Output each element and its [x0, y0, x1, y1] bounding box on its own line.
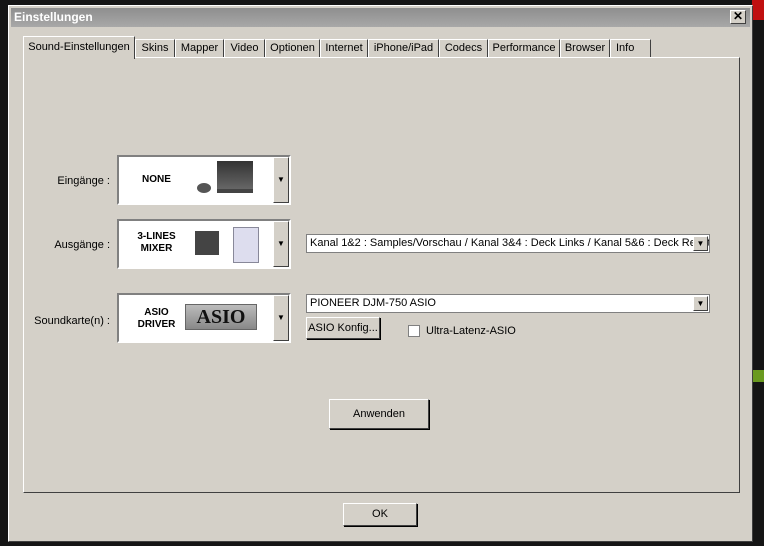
apply-button[interactable]: Anwenden — [329, 399, 429, 429]
output-routing-value: Kanal 1&2 : Samples/Vorschau / Kanal 3&4… — [310, 237, 710, 249]
soundcard-value: ASIO DRIVER — [129, 307, 184, 331]
chevron-down-icon[interactable]: ▼ — [693, 236, 708, 251]
tab-browser[interactable]: Browser — [560, 39, 610, 58]
laptop-icon — [195, 231, 219, 255]
soundcard-combo[interactable]: ASIO DRIVER ASIO ▼ — [117, 293, 291, 343]
asio-logo: ASIO — [185, 304, 257, 330]
laptop-icon — [217, 161, 253, 193]
output-routing-select[interactable]: Kanal 1&2 : Samples/Vorschau / Kanal 3&4… — [306, 234, 710, 253]
tab-internet[interactable]: Internet — [320, 39, 368, 58]
soundcard-value-line1: ASIO — [144, 307, 169, 318]
close-button[interactable]: ✕ — [730, 10, 746, 24]
sound-settings-panel: Eingänge : NONE ▼ Ausgänge : 3-LINES MIXE… — [23, 57, 740, 493]
ultra-latency-label: Ultra-Latenz-ASIO — [426, 325, 516, 337]
tab-video[interactable]: Video — [224, 39, 265, 58]
inputs-label: Eingänge : — [57, 175, 110, 187]
tab-codecs[interactable]: Codecs — [439, 39, 488, 58]
outputs-label: Ausgänge : — [54, 239, 110, 251]
inputs-combo[interactable]: NONE ▼ — [117, 155, 291, 205]
inputs-value: NONE — [129, 174, 184, 186]
tab-performance[interactable]: Performance — [488, 39, 560, 58]
title-bar: Einstellungen ✕ — [11, 8, 750, 27]
outputs-value-line2: MIXER — [140, 243, 173, 254]
tab-info[interactable]: Info — [610, 39, 651, 58]
inputs-dropdown-button[interactable]: ▼ — [273, 157, 289, 203]
soundcard-dropdown-button[interactable]: ▼ — [273, 295, 289, 341]
outputs-dropdown-button[interactable]: ▼ — [273, 221, 289, 267]
outputs-combo[interactable]: 3-LINES MIXER ▼ — [117, 219, 291, 269]
tab-iphone-ipad[interactable]: iPhone/iPad — [368, 39, 439, 58]
soundcard-value-line2: DRIVER — [137, 319, 176, 330]
tab-sound-einstellungen[interactable]: Sound-Einstellungen — [23, 36, 135, 59]
inputs-value-text: NONE — [142, 174, 171, 185]
mouse-icon — [197, 183, 211, 193]
tab-optionen[interactable]: Optionen — [265, 39, 320, 58]
window-title: Einstellungen — [14, 10, 93, 24]
outputs-value: 3-LINES MIXER — [129, 231, 184, 255]
background-waveform — [752, 370, 764, 382]
chevron-down-icon[interactable]: ▼ — [693, 296, 708, 311]
soundcard-device-select[interactable]: PIONEER DJM-750 ASIO ▼ — [306, 294, 710, 313]
settings-dialog: Einstellungen ✕ Sound-Einstellungen Skin… — [8, 5, 753, 542]
asio-config-button[interactable]: ASIO Konfig... — [306, 317, 380, 339]
soundcard-label: Soundkarte(n) : — [34, 315, 110, 327]
soundcard-device-value: PIONEER DJM-750 ASIO — [310, 297, 436, 309]
background-waveform — [752, 0, 764, 20]
mixer-icon — [233, 227, 259, 263]
ultra-latency-checkbox[interactable] — [408, 325, 420, 337]
ok-button[interactable]: OK — [343, 503, 417, 526]
tab-mapper[interactable]: Mapper — [175, 39, 224, 58]
tab-skins[interactable]: Skins — [135, 39, 175, 58]
outputs-value-line1: 3-LINES — [137, 231, 176, 242]
